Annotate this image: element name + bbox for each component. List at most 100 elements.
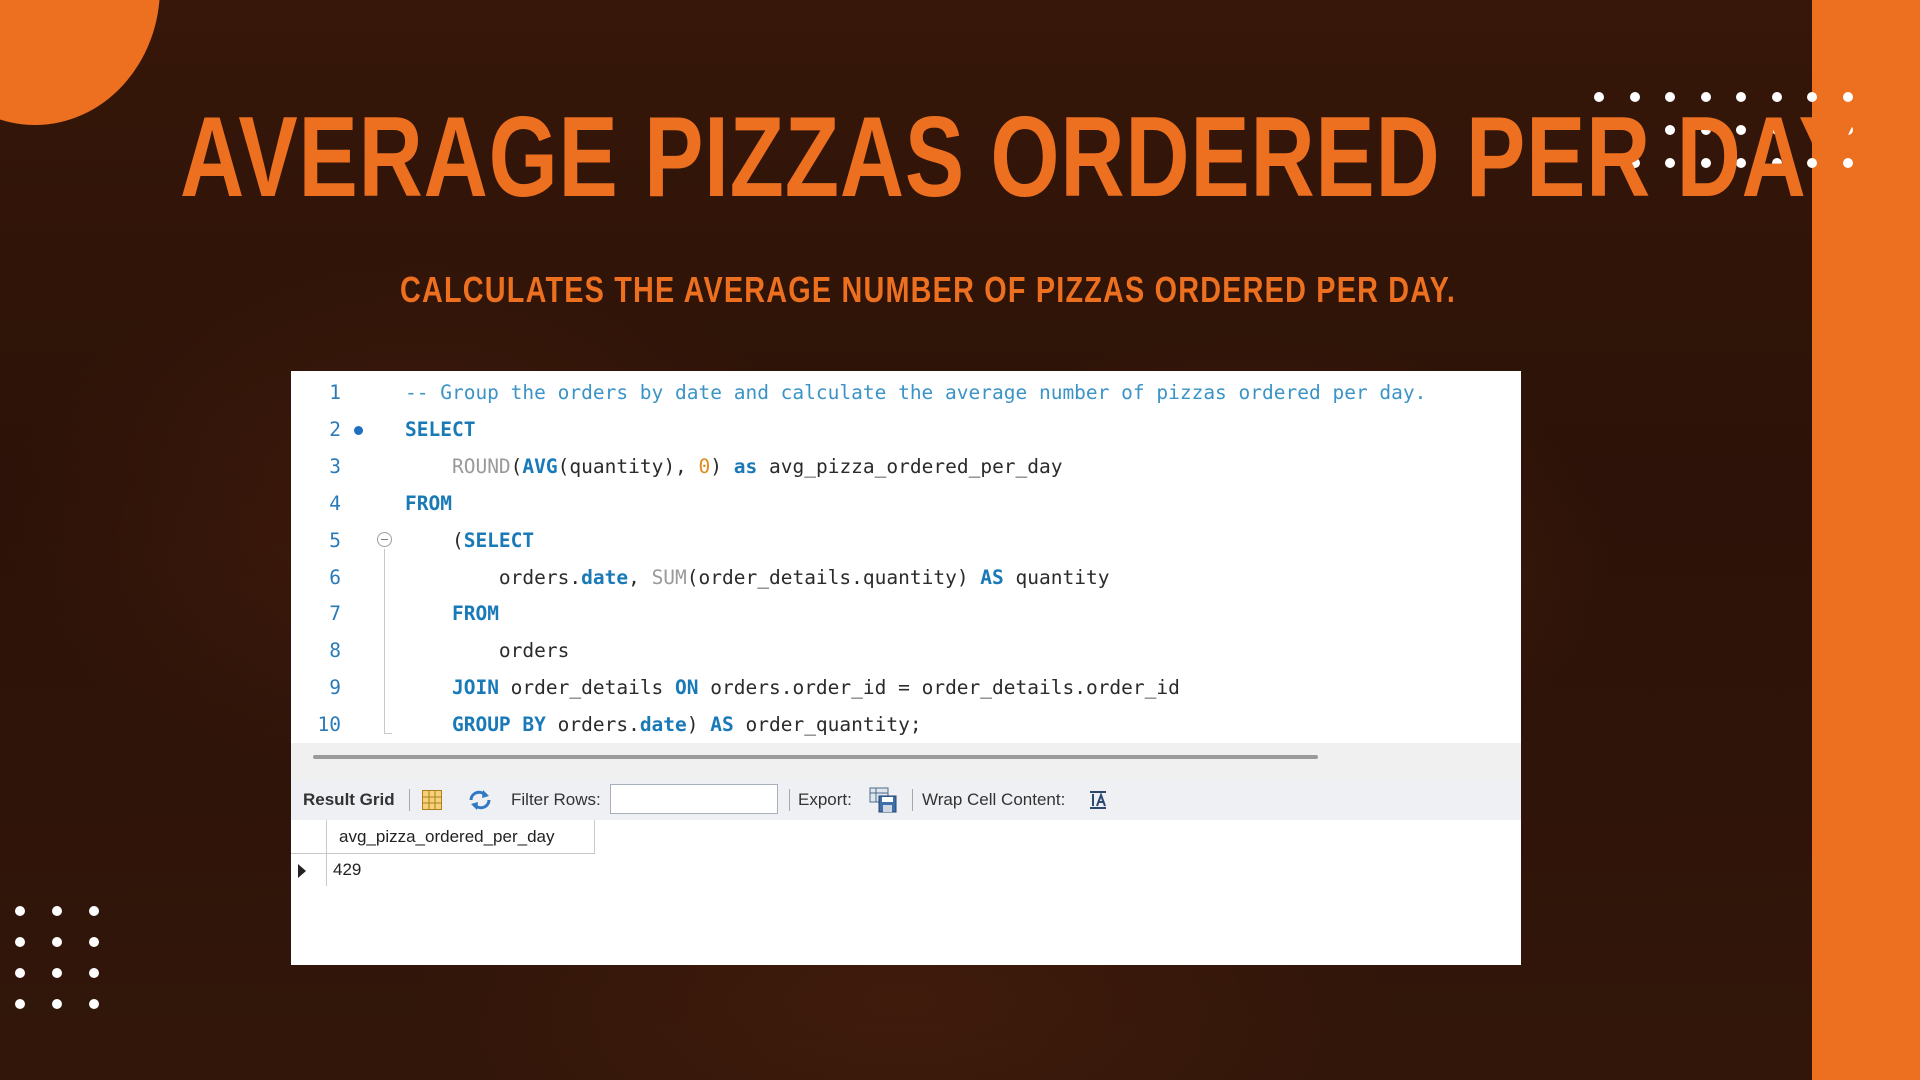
code-token: ROUND xyxy=(451,454,511,478)
code-line[interactable]: 5 (SELECT xyxy=(291,523,1521,559)
code-text: ROUND(AVG(quantity), 0) as avg_pizza_ord… xyxy=(405,449,1063,485)
line-number: 9 xyxy=(329,676,341,700)
code-text: FROM xyxy=(405,486,452,522)
code-token: order_quantity; xyxy=(733,713,922,737)
fold-guide-end xyxy=(384,733,392,735)
code-line[interactable]: 2 SELECT xyxy=(291,412,1521,448)
decorative-dot xyxy=(15,937,25,947)
code-text: FROM xyxy=(405,596,499,632)
code-token: orders. xyxy=(405,565,582,589)
row-selector[interactable] xyxy=(291,854,327,886)
refresh-icon[interactable] xyxy=(467,788,493,817)
code-line[interactable]: 7 FROM xyxy=(291,596,1521,632)
scrollbar-thumb[interactable] xyxy=(313,755,1318,759)
decorative-dot xyxy=(52,999,62,1009)
code-token: ON xyxy=(675,676,699,700)
code-token: -- Group the orders by date and calculat… xyxy=(405,381,1427,404)
code-token: AS xyxy=(980,565,1004,589)
code-line[interactable]: 1 -- Group the orders by date and calcula… xyxy=(291,375,1521,411)
toolbar-separator xyxy=(912,789,913,811)
decorative-dot xyxy=(89,968,99,978)
decorative-dot xyxy=(89,937,99,947)
code-token: JOIN xyxy=(451,676,499,700)
grid-view-icon[interactable] xyxy=(421,789,443,816)
code-token: GROUP BY xyxy=(451,713,546,737)
decorative-dot xyxy=(52,968,62,978)
decorative-dot xyxy=(52,906,62,916)
filter-rows-input[interactable] xyxy=(610,784,778,814)
wrap-text-icon[interactable] xyxy=(1087,789,1109,816)
code-token: 0 xyxy=(698,454,711,478)
fold-collapse-icon[interactable] xyxy=(377,531,392,547)
code-token: , xyxy=(628,565,652,589)
filter-rows-label: Filter Rows: xyxy=(511,790,601,809)
slide-title: AVERAGE PIZZAS ORDERED PER DAY xyxy=(180,94,1859,221)
current-row-arrow-icon xyxy=(298,864,306,878)
decorative-dot xyxy=(15,999,25,1009)
current-statement-marker-icon xyxy=(354,425,363,435)
code-line[interactable]: 9 JOIN order_details ON orders.order_id … xyxy=(291,670,1521,706)
toolbar-separator xyxy=(409,789,410,811)
line-number: 7 xyxy=(329,602,341,626)
code-token: SELECT xyxy=(405,417,476,441)
code-line[interactable]: 3 ROUND(AVG(quantity), 0) as avg_pizza_o… xyxy=(291,449,1521,485)
code-token: SUM xyxy=(651,565,687,589)
fold-guide-line xyxy=(384,548,385,734)
export-icon[interactable] xyxy=(868,786,898,819)
code-token: ) xyxy=(710,454,734,478)
code-text: -- Group the orders by date and calculat… xyxy=(405,375,1426,411)
line-number: 10 xyxy=(317,713,341,737)
code-token: SELECT xyxy=(463,528,535,552)
code-line[interactable]: 10 GROUP BY orders.date) AS order_quanti… xyxy=(291,707,1521,743)
decorative-dot xyxy=(89,906,99,916)
line-number: 6 xyxy=(329,565,341,589)
editor-horizontal-scrollbar[interactable] xyxy=(291,743,1521,779)
toolbar-separator xyxy=(789,789,790,811)
decorative-dot xyxy=(89,999,99,1009)
export-label: Export: xyxy=(798,790,852,809)
code-line[interactable]: 4 FROM xyxy=(291,486,1521,522)
code-token: as xyxy=(733,454,758,478)
result-grid-tab[interactable]: Result Grid xyxy=(303,779,395,820)
code-text: SELECT xyxy=(405,412,475,448)
decorative-dot xyxy=(15,906,25,916)
grid-corner-cell xyxy=(291,820,327,854)
decorative-dot xyxy=(52,937,62,947)
decorative-dot-grid-bottom-left xyxy=(15,906,99,1009)
code-line[interactable]: 6 orders.date, SUM(order_details.quantit… xyxy=(291,560,1521,596)
line-number: 4 xyxy=(329,491,341,515)
code-token: AVG xyxy=(522,454,558,478)
code-text: (SELECT xyxy=(405,523,534,559)
code-token: order_details xyxy=(498,676,676,700)
column-header[interactable]: avg_pizza_ordered_per_day xyxy=(327,820,595,854)
code-token: date xyxy=(639,713,687,737)
result-cell[interactable]: 429 xyxy=(327,854,361,886)
slide-subtitle: CALCULATES THE AVERAGE NUMBER OF PIZZAS … xyxy=(400,269,1457,310)
code-token: FROM xyxy=(405,491,452,515)
code-line[interactable]: 8 orders xyxy=(291,633,1521,669)
line-number: 1 xyxy=(329,381,341,404)
code-token: orders.order_id = order_details.order_id xyxy=(698,676,1180,700)
sql-editor[interactable]: 1 -- Group the orders by date and calcula… xyxy=(291,371,1521,743)
code-token: quantity xyxy=(1003,565,1110,589)
mysql-workbench-panel: 1 -- Group the orders by date and calcula… xyxy=(291,371,1521,965)
code-token: ( xyxy=(405,528,464,552)
code-token: orders xyxy=(405,639,570,663)
result-grid: avg_pizza_ordered_per_day 429 xyxy=(291,820,1521,965)
code-text: GROUP BY orders.date) AS order_quantity; xyxy=(405,707,922,743)
code-token: orders. xyxy=(545,713,640,737)
line-number: 8 xyxy=(329,639,341,663)
code-text: orders xyxy=(405,633,569,669)
line-number: 3 xyxy=(329,454,341,478)
code-token: (order_details.quantity) xyxy=(686,565,981,589)
code-token: AS xyxy=(710,713,734,737)
code-token: ( xyxy=(510,454,523,478)
code-token: (quantity), xyxy=(557,454,699,478)
code-token: date xyxy=(581,565,629,589)
line-number: 2 xyxy=(329,417,341,441)
code-token: avg_pizza_ordered_per_day xyxy=(757,454,1063,478)
